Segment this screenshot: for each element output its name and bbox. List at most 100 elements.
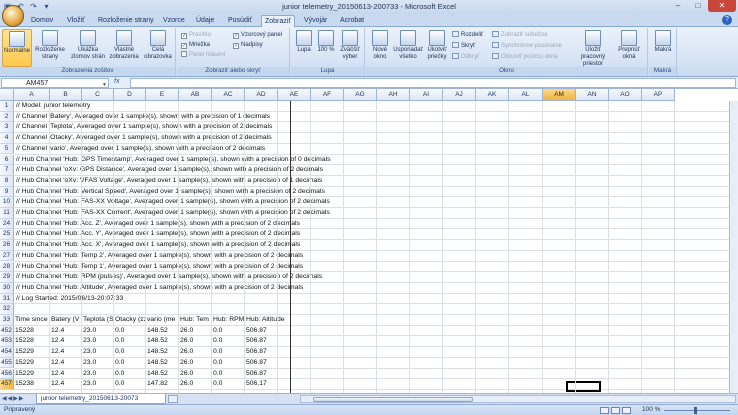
- cell[interactable]: Hub: Altitude: [246, 315, 306, 326]
- cell[interactable]: 506.17: [246, 379, 306, 390]
- row-header[interactable]: 456: [0, 368, 14, 380]
- insert-function-icon[interactable]: fx: [114, 78, 119, 85]
- cell[interactable]: Time since: [15, 315, 49, 326]
- custom-views-button[interactable]: Vlastné zobrazenia: [108, 29, 140, 61]
- freeze-panes-button[interactable]: Ukotviť priečky: [424, 29, 450, 61]
- row-header[interactable]: 4: [0, 133, 14, 144]
- row-header[interactable]: 6: [0, 154, 14, 166]
- row-header[interactable]: 7: [0, 165, 14, 176]
- tab-review[interactable]: Posúdiť: [225, 15, 255, 27]
- switch-windows-button[interactable]: Prepnúť okná: [614, 29, 644, 61]
- horizontal-scrollbar[interactable]: [300, 395, 736, 403]
- row-header[interactable]: 26: [0, 240, 14, 251]
- column-header[interactable]: C: [82, 89, 114, 101]
- page-layout-view-icon[interactable]: [611, 407, 620, 414]
- tab-view[interactable]: Zobraziť: [261, 15, 295, 27]
- cell[interactable]: Batery (V: [51, 315, 81, 326]
- zoom-slider-thumb[interactable]: [694, 407, 697, 414]
- tab-acrobat[interactable]: Acrobat: [337, 15, 367, 27]
- column-header[interactable]: AP: [642, 89, 675, 101]
- column-header[interactable]: D: [114, 89, 146, 101]
- insert-sheet-icon[interactable]: [168, 395, 178, 403]
- cell-comment-text[interactable]: // Channel 'Otacky', Averaged over 1 sam…: [16, 133, 272, 144]
- normal-view-icon[interactable]: [600, 407, 609, 414]
- cell-comment-text[interactable]: // Hub Channel 'Hub: Vertical Speed', Av…: [16, 187, 325, 198]
- macros-button[interactable]: Makrá: [651, 29, 675, 54]
- row-header[interactable]: 452: [0, 325, 14, 337]
- active-cell-selection[interactable]: [566, 381, 601, 392]
- scroll-thumb[interactable]: [313, 397, 473, 402]
- message-bar-checkbox[interactable]: Panel hlásení: [181, 51, 225, 59]
- cell[interactable]: Hub: Tem: [180, 315, 211, 326]
- cell[interactable]: 506.87: [246, 336, 306, 347]
- cell[interactable]: 506.87: [246, 347, 306, 358]
- column-header[interactable]: AG: [344, 89, 377, 101]
- zoom-button[interactable]: Lupa: [293, 29, 315, 54]
- office-button[interactable]: [2, 5, 24, 27]
- column-header[interactable]: B: [50, 89, 82, 101]
- formula-bar-checkbox[interactable]: ✓ Vzorcový panel: [233, 31, 282, 39]
- row-header[interactable]: 27: [0, 250, 14, 262]
- tab-home[interactable]: Domov: [28, 15, 56, 27]
- zoom-selection-button[interactable]: Zväčšiť výber: [337, 29, 363, 61]
- cell-comment-text[interactable]: // Hub Channel 'Hub: FAS-XX Current', Av…: [16, 208, 330, 219]
- new-window-button[interactable]: Nové okno: [368, 29, 392, 61]
- cell-comment-text[interactable]: // Hub Channel 'Hub: GPS Timestamp', Ave…: [16, 155, 331, 166]
- sync-scrolling-button[interactable]: Synchrónne posúvanie: [492, 42, 562, 50]
- zoom-100-button[interactable]: 100 %: [316, 29, 336, 54]
- row-header[interactable]: 9: [0, 186, 14, 198]
- full-screen-button[interactable]: Celá obrazovka: [142, 29, 174, 61]
- cell-comment-text[interactable]: // Hub Channel 'Hub: Acc. X', Averaged o…: [16, 240, 300, 251]
- headings-checkbox[interactable]: ✓ Nadpisy: [233, 41, 263, 49]
- column-header[interactable]: A: [14, 89, 50, 101]
- row-header[interactable]: 1: [0, 101, 14, 112]
- row-header[interactable]: 31: [0, 293, 14, 305]
- cell[interactable]: 506.87: [246, 369, 306, 380]
- column-header[interactable]: AM: [543, 89, 576, 101]
- gridlines-checkbox[interactable]: ✓ Mriežka: [181, 41, 210, 49]
- tab-insert[interactable]: Vložiť: [64, 15, 88, 27]
- row-header[interactable]: 457: [0, 379, 14, 390]
- zoom-slider[interactable]: [664, 407, 730, 414]
- cell-comment-text[interactable]: // Channel 'vario', Averaged over 1 samp…: [16, 144, 265, 155]
- row-header[interactable]: 28: [0, 261, 14, 273]
- column-header[interactable]: E: [146, 89, 179, 101]
- hide-button[interactable]: Skryť: [452, 42, 475, 50]
- cell-comment-text[interactable]: // Hub Channel 'Hub: Altitude', Averaged…: [16, 283, 303, 294]
- reset-window-position-button[interactable]: Obnoviť pozíciu okna: [492, 53, 558, 61]
- view-side-by-side-button[interactable]: Zobraziť súbežne: [492, 31, 548, 39]
- page-break-preview-button[interactable]: Ukážka zlomov strán: [70, 29, 106, 61]
- cell[interactable]: 506.87: [246, 358, 306, 369]
- row-header[interactable]: 8: [0, 175, 14, 187]
- cell-comment-text[interactable]: // Model: junior telemetry: [16, 101, 90, 112]
- column-header[interactable]: AC: [212, 89, 245, 101]
- tab-page-layout[interactable]: Rozloženie strany: [95, 15, 157, 27]
- vertical-scrollbar[interactable]: [729, 101, 738, 393]
- row-header[interactable]: 2: [0, 111, 14, 123]
- unhide-button[interactable]: Odkryť: [452, 53, 479, 61]
- arrange-all-button[interactable]: Usporiadať všetko: [393, 29, 423, 61]
- cell[interactable]: 506.87: [246, 326, 306, 337]
- row-header[interactable]: 3: [0, 122, 14, 134]
- help-icon[interactable]: ?: [722, 15, 732, 25]
- row-header[interactable]: 29: [0, 272, 14, 283]
- column-header[interactable]: AD: [245, 89, 278, 101]
- cell[interactable]: Hub: RPM: [213, 315, 244, 326]
- cell-comment-text[interactable]: // Hub Channel 'Hub: Acc. Z', Averaged o…: [16, 219, 300, 230]
- column-header[interactable]: AO: [609, 89, 642, 101]
- sheet-tab[interactable]: junior telemetry_20150613-20073: [36, 394, 166, 404]
- row-header[interactable]: 30: [0, 282, 14, 294]
- column-header[interactable]: AH: [377, 89, 410, 101]
- cell[interactable]: vario (me: [147, 315, 178, 326]
- formula-input[interactable]: [130, 78, 736, 88]
- row-header[interactable]: 25: [0, 229, 14, 241]
- normal-view-button[interactable]: Normálne: [2, 29, 32, 67]
- column-header[interactable]: AE: [278, 89, 311, 101]
- row-header[interactable]: 453: [0, 336, 14, 348]
- row-header[interactable]: 454: [0, 347, 14, 358]
- ruler-checkbox[interactable]: ✓ Pravítko: [181, 31, 211, 39]
- save-workspace-button[interactable]: Uložiť pracovný priestor: [574, 29, 612, 68]
- select-all-corner[interactable]: [0, 89, 14, 101]
- cell-comment-text[interactable]: // Hub Channel 'Hub: Temp 2', Averaged o…: [16, 251, 303, 262]
- cell[interactable]: Otacky (zz: [115, 315, 145, 326]
